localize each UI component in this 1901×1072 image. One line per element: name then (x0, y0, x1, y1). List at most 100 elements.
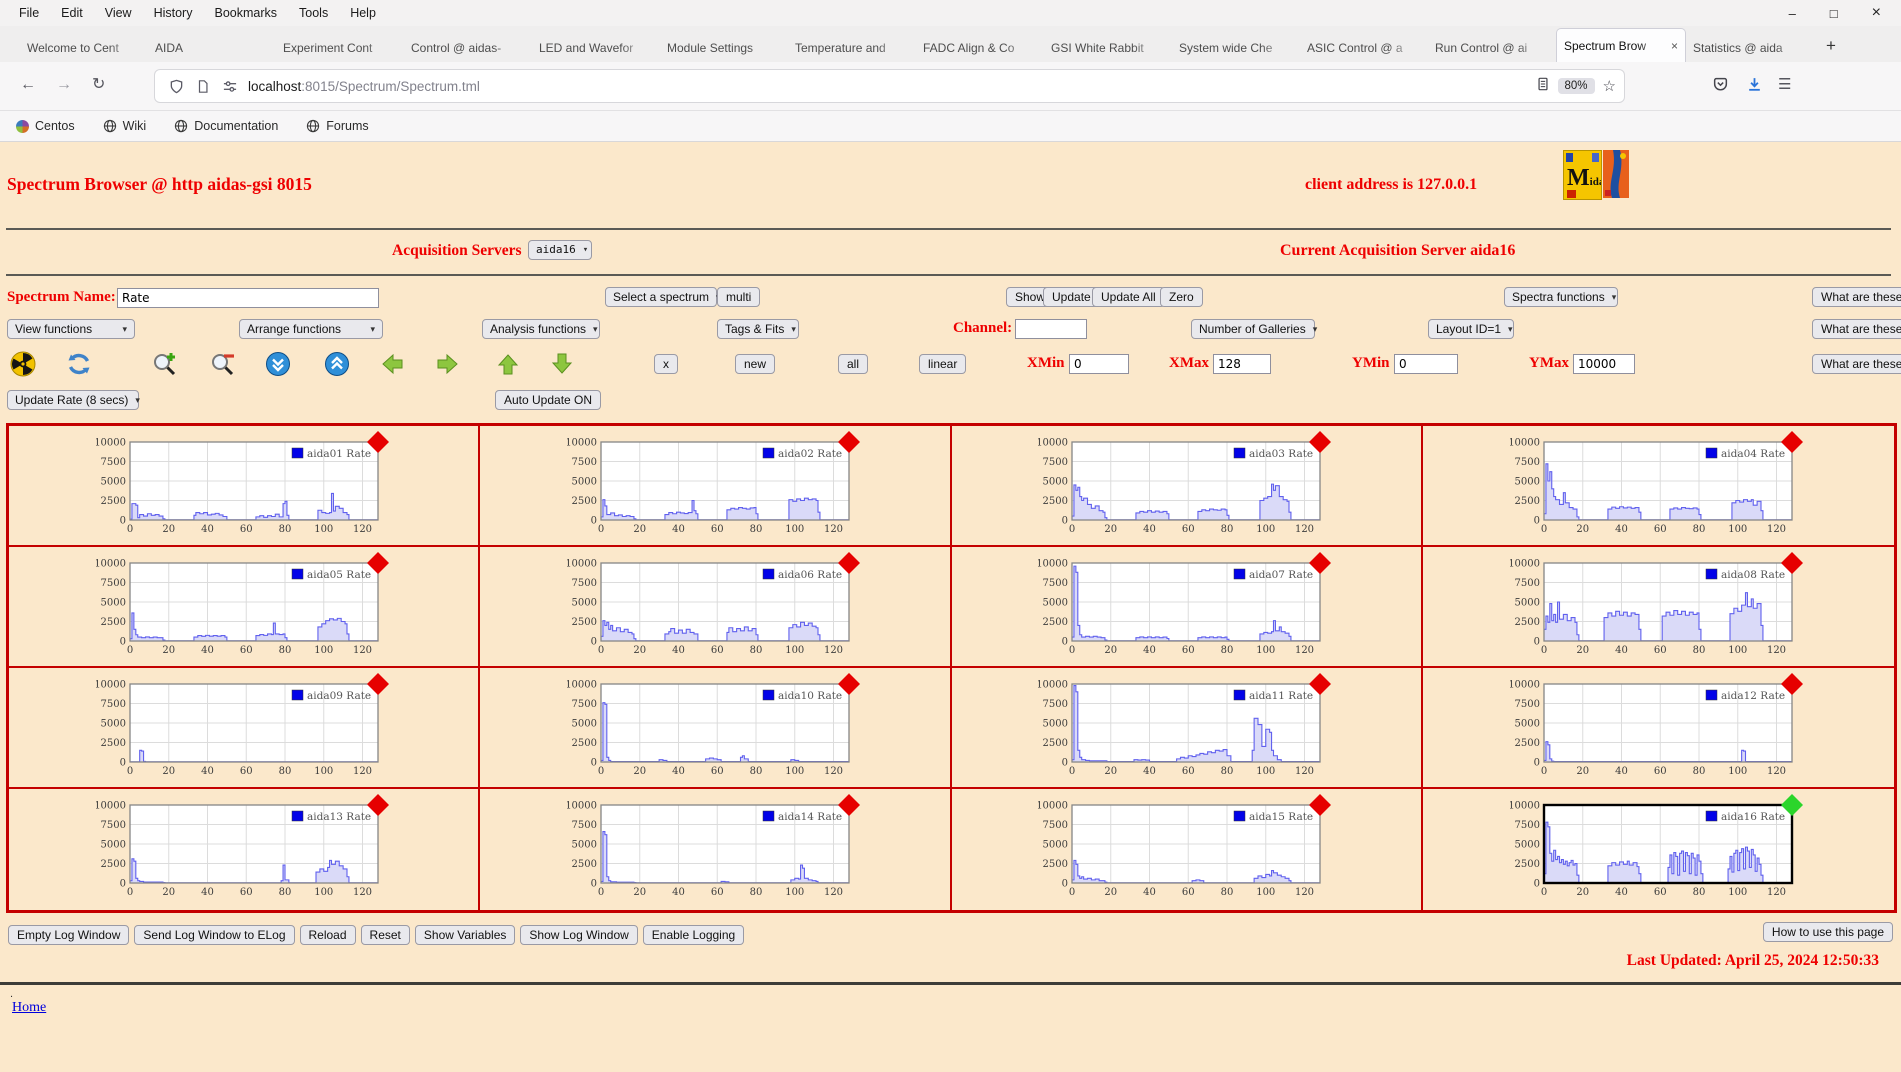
menu-bookmarks[interactable]: Bookmarks (203, 6, 288, 20)
spectrum-chart[interactable]: 0 2500 5000 7500 10000 0 20 40 60 80 100 120 aida05 … (96, 549, 392, 663)
spectrum-chart[interactable]: 0 2500 5000 7500 10000 0 20 40 60 80 100 120 aida14 … (567, 791, 863, 905)
chart-cell-aida02[interactable]: 0 2500 5000 7500 10000 0 20 40 60 80 100 120 aida02 … (480, 426, 952, 547)
select-spectrum-select[interactable]: Select a spectrum▾ (605, 287, 721, 307)
close-button[interactable]: × (1872, 4, 1881, 22)
spectrum-chart[interactable]: 0 2500 5000 7500 10000 0 20 40 60 80 100 120 aida03 … (1038, 428, 1334, 542)
tab-fadc-align-co[interactable]: FADC Align & Co (916, 33, 1044, 62)
x-button[interactable]: x (654, 354, 678, 374)
minimize-button[interactable]: – (1789, 6, 1796, 21)
url-bar[interactable]: localhost:8015/Spectrum/Spectrum.tml 80%… (155, 70, 1624, 102)
what-are-these-button-3[interactable]: What are these? (1812, 354, 1901, 374)
channel-input[interactable] (1015, 319, 1087, 339)
zoom-level-badge[interactable]: 80% (1557, 78, 1595, 94)
chart-cell-aida05[interactable]: 0 2500 5000 7500 10000 0 20 40 60 80 100 120 aida05 … (9, 547, 481, 668)
what-are-these-button-1[interactable]: What are these? (1812, 287, 1901, 307)
chart-cell-aida15[interactable]: 0 2500 5000 7500 10000 0 20 40 60 80 100 120 aida15 … (952, 789, 1423, 910)
hamburger-menu-icon[interactable]: ☰ (1778, 76, 1791, 94)
chart-cell-aida09[interactable]: 0 2500 5000 7500 10000 0 20 40 60 80 100 120 aida09 … (9, 668, 481, 789)
midas-logo[interactable]: Midas (1563, 150, 1602, 200)
number-of-galleries-select[interactable]: Number of Galleries ▾ (1191, 319, 1317, 339)
chart-cell-aida03[interactable]: 0 2500 5000 7500 10000 0 20 40 60 80 100 120 aida03 … (951, 426, 1423, 547)
permissions-sliders-icon[interactable] (222, 79, 238, 94)
new-button[interactable]: new (735, 354, 776, 374)
zoom-in-icon[interactable] (152, 351, 178, 377)
bookmark-documentation[interactable]: Documentation (174, 119, 278, 133)
spectrum-chart[interactable]: 0 2500 5000 7500 10000 0 20 40 60 80 100 120 aida16 … (1510, 791, 1806, 905)
layout-id-select[interactable]: Layout ID=1 ▾ (1428, 319, 1514, 339)
menu-view[interactable]: View (94, 6, 143, 20)
tab-temperature-and[interactable]: Temperature and (788, 33, 916, 62)
spectrum-chart[interactable]: 0 2500 5000 7500 10000 0 20 40 60 80 100 120 aida11 … (1038, 670, 1334, 784)
how-to-use-button[interactable]: How to use this page (1762, 922, 1893, 942)
forward-button[interactable]: → (56, 76, 72, 94)
tags-fits-select[interactable]: Tags & Fits ▾ (717, 319, 799, 339)
chart-cell-aida16[interactable]: 0 2500 5000 7500 10000 0 20 40 60 80 100 120 aida16 … (1423, 789, 1894, 910)
tab-statistics-aida[interactable]: Statistics @ aida (1686, 33, 1814, 62)
spectrum-chart[interactable]: 0 2500 5000 7500 10000 0 20 40 60 80 100 120 aida10 … (567, 670, 863, 784)
collapse-down-icon[interactable] (265, 351, 291, 377)
chart-cell-aida13[interactable]: 0 2500 5000 7500 10000 0 20 40 60 80 100 120 aida13 … (9, 789, 481, 910)
reload-button[interactable]: ↻ (92, 76, 105, 94)
spectra-functions-select[interactable]: Spectra functions ▾ (1504, 287, 1618, 307)
back-button[interactable]: ← (20, 76, 36, 94)
shield-icon[interactable] (169, 79, 184, 94)
zoom-out-icon[interactable] (210, 351, 236, 377)
bookmark-star-icon[interactable]: ☆ (1603, 77, 1616, 95)
analysis-functions-select[interactable]: Analysis functions ▾ (482, 319, 600, 339)
arrow-left-icon[interactable] (379, 351, 405, 377)
reset-button[interactable]: Reset (360, 925, 410, 945)
chart-cell-aida04[interactable]: 0 2500 5000 7500 10000 0 20 40 60 80 100 120 aida04 … (1422, 426, 1894, 547)
tab-welcome-to-cent[interactable]: Welcome to Cent (20, 33, 148, 62)
xmin-input[interactable] (1069, 354, 1129, 374)
pocket-icon[interactable] (1712, 76, 1729, 98)
chart-cell-aida06[interactable]: 0 2500 5000 7500 10000 0 20 40 60 80 100 120 aida06 … (480, 547, 952, 668)
tab-run-control-ai[interactable]: Run Control @ ai (1428, 33, 1556, 62)
spectrum-chart[interactable]: 0 2500 5000 7500 10000 0 20 40 60 80 100 120 aida15 … (1038, 791, 1334, 905)
spectrum-name-input[interactable] (117, 288, 379, 308)
refresh-icon[interactable] (66, 351, 92, 377)
arrange-functions-select[interactable]: Arrange functions ▾ (239, 319, 383, 339)
spectrum-chart[interactable]: 0 2500 5000 7500 10000 0 20 40 60 80 100 120 aida06 … (567, 549, 863, 663)
tab-close-icon[interactable]: × (1671, 39, 1678, 53)
xmax-input[interactable] (1213, 354, 1271, 374)
send-log-window-to-elog-button[interactable]: Send Log Window to ELog (134, 925, 295, 945)
bookmark-centos[interactable]: Centos (16, 119, 75, 133)
auto-update-button[interactable]: Auto Update ON (495, 390, 602, 410)
chart-cell-aida11[interactable]: 0 2500 5000 7500 10000 0 20 40 60 80 100 120 aida11 … (951, 668, 1423, 789)
home-link[interactable]: Home (12, 1000, 46, 1016)
chart-cell-aida08[interactable]: 0 2500 5000 7500 10000 0 20 40 60 80 100 120 aida08 … (1422, 547, 1894, 668)
page-info-icon[interactable] (196, 79, 210, 94)
empty-log-window-button[interactable]: Empty Log Window (8, 925, 130, 945)
menu-file[interactable]: File (8, 6, 50, 20)
new-tab-button[interactable]: + (1826, 36, 1836, 56)
all-button[interactable]: all (838, 354, 869, 374)
chart-cell-aida07[interactable]: 0 2500 5000 7500 10000 0 20 40 60 80 100 120 aida07 … (951, 547, 1423, 668)
menu-help[interactable]: Help (339, 6, 387, 20)
menu-history[interactable]: History (143, 6, 204, 20)
expand-up-icon[interactable] (324, 351, 350, 377)
tab-led-and-wavefor[interactable]: LED and Wavefor (532, 33, 660, 62)
radiation-icon[interactable] (10, 351, 36, 377)
reader-mode-icon[interactable] (1536, 76, 1550, 97)
spectrum-chart[interactable]: 0 2500 5000 7500 10000 0 20 40 60 80 100 120 aida08 … (1510, 549, 1806, 663)
multi-button[interactable]: multi (717, 287, 761, 307)
tab-asic-control-a[interactable]: ASIC Control @ a (1300, 33, 1428, 62)
maximize-button[interactable]: □ (1830, 6, 1838, 21)
spectrum-chart[interactable]: 0 2500 5000 7500 10000 0 20 40 60 80 100 120 aida13 … (96, 791, 392, 905)
acquisition-server-select[interactable]: aida16 ▾ (528, 240, 592, 260)
ymax-input[interactable] (1573, 354, 1635, 374)
menu-tools[interactable]: Tools (288, 6, 339, 20)
update-all-button[interactable]: Update All (1092, 287, 1165, 307)
arrow-right-icon[interactable] (435, 351, 461, 377)
chart-cell-aida14[interactable]: 0 2500 5000 7500 10000 0 20 40 60 80 100 120 aida14 … (480, 789, 952, 910)
what-are-these-button-2[interactable]: What are these? (1812, 319, 1901, 339)
show-variables-button[interactable]: Show Variables (414, 925, 516, 945)
arrow-down-icon[interactable] (549, 351, 575, 377)
chart-cell-aida10[interactable]: 0 2500 5000 7500 10000 0 20 40 60 80 100 120 aida10 … (480, 668, 952, 789)
arrow-up-icon[interactable] (495, 351, 521, 377)
tab-gsi-white-rabbit[interactable]: GSI White Rabbit (1044, 33, 1172, 62)
update-rate-select[interactable]: Update Rate (8 secs) ▾ (7, 390, 140, 410)
chart-cell-aida12[interactable]: 0 2500 5000 7500 10000 0 20 40 60 80 100 120 aida12 … (1422, 668, 1894, 789)
enable-logging-button[interactable]: Enable Logging (642, 925, 745, 945)
view-functions-select[interactable]: View functions ▾ (7, 319, 135, 339)
